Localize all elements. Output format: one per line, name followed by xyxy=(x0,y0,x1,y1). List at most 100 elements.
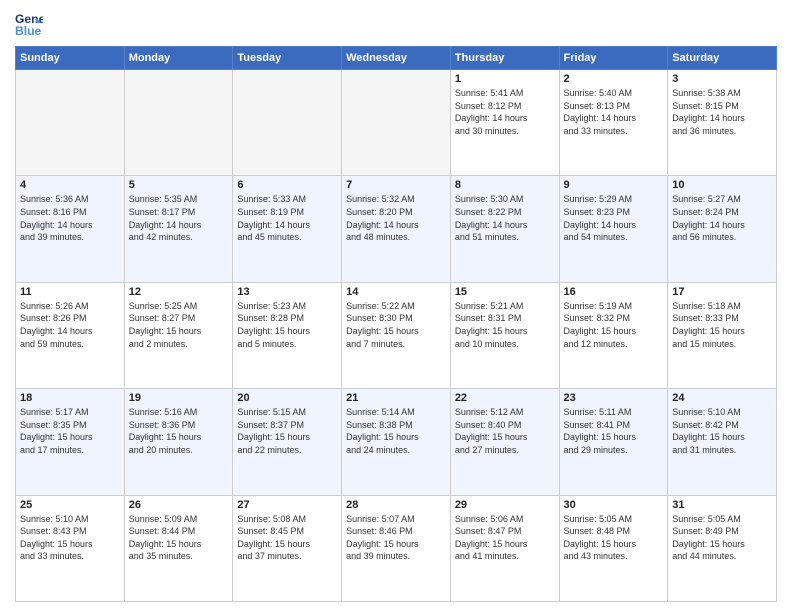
day-info: Sunrise: 5:09 AMSunset: 8:44 PMDaylight:… xyxy=(129,513,229,563)
day-number: 31 xyxy=(672,499,772,511)
calendar-cell: 30 Sunrise: 5:05 AMSunset: 8:48 PMDayligh… xyxy=(559,495,668,601)
calendar-header-row: SundayMondayTuesdayWednesdayThursdayFrid… xyxy=(16,47,777,70)
day-number: 23 xyxy=(564,392,664,404)
calendar-cell xyxy=(16,70,125,176)
calendar: SundayMondayTuesdayWednesdayThursdayFrid… xyxy=(15,46,777,602)
day-number: 1 xyxy=(455,73,555,85)
day-number: 28 xyxy=(346,499,446,511)
day-info: Sunrise: 5:30 AMSunset: 8:22 PMDaylight:… xyxy=(455,193,555,243)
calendar-cell: 3 Sunrise: 5:38 AMSunset: 8:15 PMDaylight… xyxy=(668,70,777,176)
day-info: Sunrise: 5:35 AMSunset: 8:17 PMDaylight:… xyxy=(129,193,229,243)
day-number: 5 xyxy=(129,179,229,191)
day-info: Sunrise: 5:10 AMSunset: 8:42 PMDaylight:… xyxy=(672,406,772,456)
day-number: 14 xyxy=(346,286,446,298)
calendar-cell: 7Sunrise: 5:32 AMSunset: 8:20 PMDaylight… xyxy=(342,176,451,282)
calendar-cell: 28 Sunrise: 5:07 AMSunset: 8:46 PMDayligh… xyxy=(342,495,451,601)
day-header: Saturday xyxy=(668,47,777,70)
day-info: Sunrise: 5:23 AMSunset: 8:28 PMDaylight:… xyxy=(237,300,337,350)
day-info: Sunrise: 5:41 AMSunset: 8:12 PMDaylight:… xyxy=(455,87,555,137)
day-info: Sunrise: 5:16 AMSunset: 8:36 PMDaylight:… xyxy=(129,406,229,456)
day-header: Thursday xyxy=(450,47,559,70)
calendar-cell: 1 Sunrise: 5:41 AMSunset: 8:12 PMDaylight… xyxy=(450,70,559,176)
day-number: 10 xyxy=(672,179,772,191)
calendar-cell: 22 Sunrise: 5:12 AMSunset: 8:40 PMDayligh… xyxy=(450,389,559,495)
calendar-week-row: 1 Sunrise: 5:41 AMSunset: 8:12 PMDaylight… xyxy=(16,70,777,176)
day-info: Sunrise: 5:25 AMSunset: 8:27 PMDaylight:… xyxy=(129,300,229,350)
day-info: Sunrise: 5:12 AMSunset: 8:40 PMDaylight:… xyxy=(455,406,555,456)
day-info: Sunrise: 5:19 AMSunset: 8:32 PMDaylight:… xyxy=(564,300,664,350)
day-info: Sunrise: 5:22 AMSunset: 8:30 PMDaylight:… xyxy=(346,300,446,350)
day-info: Sunrise: 5:32 AMSunset: 8:20 PMDaylight:… xyxy=(346,193,446,243)
calendar-cell: 11Sunrise: 5:26 AMSunset: 8:26 PMDayligh… xyxy=(16,282,125,388)
day-number: 24 xyxy=(672,392,772,404)
day-info: Sunrise: 5:18 AMSunset: 8:33 PMDaylight:… xyxy=(672,300,772,350)
day-header: Friday xyxy=(559,47,668,70)
calendar-body: 1 Sunrise: 5:41 AMSunset: 8:12 PMDaylight… xyxy=(16,70,777,602)
day-info: Sunrise: 5:08 AMSunset: 8:45 PMDaylight:… xyxy=(237,513,337,563)
day-header: Sunday xyxy=(16,47,125,70)
calendar-cell xyxy=(342,70,451,176)
day-number: 9 xyxy=(564,179,664,191)
calendar-cell: 12 Sunrise: 5:25 AMSunset: 8:27 PMDayligh… xyxy=(124,282,233,388)
day-info: Sunrise: 5:38 AMSunset: 8:15 PMDaylight:… xyxy=(672,87,772,137)
day-info: Sunrise: 5:15 AMSunset: 8:37 PMDaylight:… xyxy=(237,406,337,456)
day-number: 6 xyxy=(237,179,337,191)
day-header: Monday xyxy=(124,47,233,70)
day-number: 8 xyxy=(455,179,555,191)
day-number: 27 xyxy=(237,499,337,511)
svg-text:Blue: Blue xyxy=(15,24,42,38)
calendar-cell: 14 Sunrise: 5:22 AMSunset: 8:30 PMDayligh… xyxy=(342,282,451,388)
day-number: 12 xyxy=(129,286,229,298)
day-info: Sunrise: 5:05 AMSunset: 8:49 PMDaylight:… xyxy=(672,513,772,563)
calendar-cell: 4 Sunrise: 5:36 AMSunset: 8:16 PMDaylight… xyxy=(16,176,125,282)
calendar-cell: 29 Sunrise: 5:06 AMSunset: 8:47 PMDayligh… xyxy=(450,495,559,601)
day-number: 18 xyxy=(20,392,120,404)
day-info: Sunrise: 5:27 AMSunset: 8:24 PMDaylight:… xyxy=(672,193,772,243)
day-number: 4 xyxy=(20,179,120,191)
day-info: Sunrise: 5:07 AMSunset: 8:46 PMDaylight:… xyxy=(346,513,446,563)
day-number: 3 xyxy=(672,73,772,85)
day-number: 25 xyxy=(20,499,120,511)
day-number: 19 xyxy=(129,392,229,404)
calendar-cell: 20 Sunrise: 5:15 AMSunset: 8:37 PMDayligh… xyxy=(233,389,342,495)
day-header: Wednesday xyxy=(342,47,451,70)
calendar-week-row: 18Sunrise: 5:17 AMSunset: 8:35 PMDayligh… xyxy=(16,389,777,495)
calendar-cell: 24 Sunrise: 5:10 AMSunset: 8:42 PMDayligh… xyxy=(668,389,777,495)
day-number: 21 xyxy=(346,392,446,404)
day-info: Sunrise: 5:14 AMSunset: 8:38 PMDaylight:… xyxy=(346,406,446,456)
calendar-cell: 5 Sunrise: 5:35 AMSunset: 8:17 PMDaylight… xyxy=(124,176,233,282)
calendar-cell: 10 Sunrise: 5:27 AMSunset: 8:24 PMDayligh… xyxy=(668,176,777,282)
day-info: Sunrise: 5:21 AMSunset: 8:31 PMDaylight:… xyxy=(455,300,555,350)
day-number: 20 xyxy=(237,392,337,404)
calendar-cell xyxy=(233,70,342,176)
calendar-cell: 17 Sunrise: 5:18 AMSunset: 8:33 PMDayligh… xyxy=(668,282,777,388)
page: General Blue SundayMondayTuesdayWednesda… xyxy=(0,0,792,612)
day-info: Sunrise: 5:06 AMSunset: 8:47 PMDaylight:… xyxy=(455,513,555,563)
calendar-cell: 16 Sunrise: 5:19 AMSunset: 8:32 PMDayligh… xyxy=(559,282,668,388)
day-number: 2 xyxy=(564,73,664,85)
calendar-cell xyxy=(124,70,233,176)
day-header: Tuesday xyxy=(233,47,342,70)
day-number: 22 xyxy=(455,392,555,404)
day-info: Sunrise: 5:36 AMSunset: 8:16 PMDaylight:… xyxy=(20,193,120,243)
calendar-cell: 13 Sunrise: 5:23 AMSunset: 8:28 PMDayligh… xyxy=(233,282,342,388)
calendar-cell: 18Sunrise: 5:17 AMSunset: 8:35 PMDayligh… xyxy=(16,389,125,495)
calendar-cell: 9 Sunrise: 5:29 AMSunset: 8:23 PMDaylight… xyxy=(559,176,668,282)
day-number: 16 xyxy=(564,286,664,298)
day-number: 30 xyxy=(564,499,664,511)
day-info: Sunrise: 5:33 AMSunset: 8:19 PMDaylight:… xyxy=(237,193,337,243)
day-info: Sunrise: 5:29 AMSunset: 8:23 PMDaylight:… xyxy=(564,193,664,243)
calendar-cell: 2Sunrise: 5:40 AMSunset: 8:13 PMDaylight… xyxy=(559,70,668,176)
day-number: 29 xyxy=(455,499,555,511)
day-info: Sunrise: 5:05 AMSunset: 8:48 PMDaylight:… xyxy=(564,513,664,563)
calendar-cell: 26Sunrise: 5:09 AMSunset: 8:44 PMDayligh… xyxy=(124,495,233,601)
calendar-cell: 15 Sunrise: 5:21 AMSunset: 8:31 PMDayligh… xyxy=(450,282,559,388)
calendar-cell: 27 Sunrise: 5:08 AMSunset: 8:45 PMDayligh… xyxy=(233,495,342,601)
header: General Blue xyxy=(15,10,777,38)
calendar-cell: 25Sunrise: 5:10 AMSunset: 8:43 PMDayligh… xyxy=(16,495,125,601)
calendar-week-row: 4 Sunrise: 5:36 AMSunset: 8:16 PMDaylight… xyxy=(16,176,777,282)
calendar-cell: 21 Sunrise: 5:14 AMSunset: 8:38 PMDayligh… xyxy=(342,389,451,495)
day-number: 13 xyxy=(237,286,337,298)
day-number: 17 xyxy=(672,286,772,298)
day-number: 15 xyxy=(455,286,555,298)
